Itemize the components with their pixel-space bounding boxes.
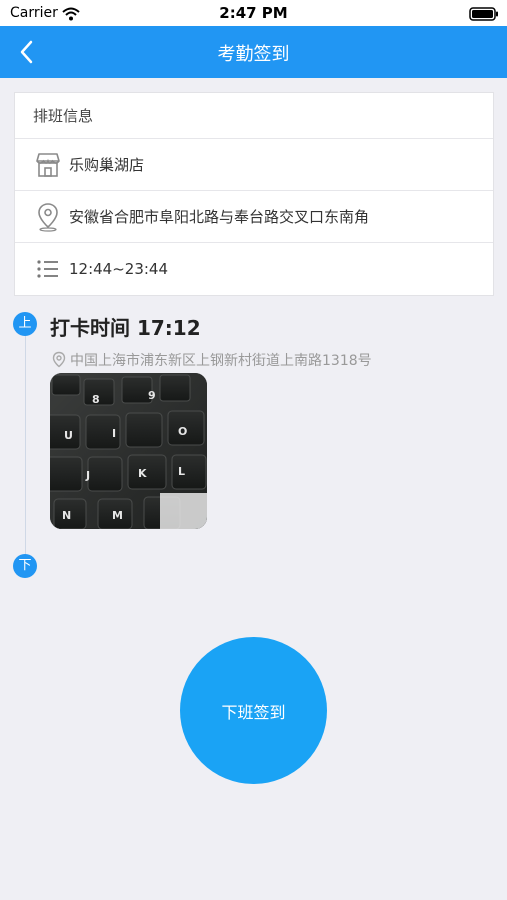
svg-text:O: O [178, 425, 187, 438]
store-name: 乐购巢湖店 [69, 156, 145, 174]
status-bar: Carrier 2:47 PM [0, 0, 507, 26]
svg-text:L: L [178, 465, 185, 478]
store-address: 安徽省合肥市阜阳北路与奉台路交叉口东南角 [69, 208, 370, 226]
checkin-photo[interactable]: 8 9 U I O J K L N M [50, 373, 207, 529]
punch-time: 打卡时间 17:12 [50, 316, 201, 340]
clock-out-label: 下班签到 [221, 702, 286, 722]
svg-text:I: I [112, 427, 116, 440]
svg-text:K: K [138, 467, 147, 480]
location-pin-icon [52, 351, 66, 368]
clock-out-badge: 下 [13, 554, 37, 578]
svg-text:9: 9 [148, 389, 156, 402]
store-icon [33, 150, 63, 180]
shift-hours: 12:44~23:44 [69, 260, 169, 278]
keyboard-photo: 8 9 U I O J K L N M [50, 373, 207, 529]
list-icon [33, 254, 63, 284]
nav-bar: 考勤签到 [0, 26, 507, 78]
punch-address-row: 中国上海市浦东新区上钢新村街道上南路1318号 [50, 350, 372, 370]
timeline-line [25, 336, 26, 556]
clock-in-badge: 上 [13, 312, 37, 336]
location-pin-icon [33, 202, 63, 232]
page-title: 考勤签到 [217, 44, 290, 65]
punch-address: 中国上海市浦东新区上钢新村街道上南路1318号 [70, 353, 372, 369]
schedule-header: 排班信息 [15, 93, 493, 139]
svg-text:8: 8 [92, 393, 100, 406]
hours-row: 12:44~23:44 [15, 243, 493, 295]
svg-text:U: U [64, 429, 73, 442]
schedule-card: 排班信息 乐购巢湖店 安徽省合肥市阜阳北路与奉台路交叉口东南角 12:44~23… [14, 92, 494, 296]
svg-text:J: J [85, 469, 90, 482]
clock-out-button[interactable]: 下班签到 [180, 637, 327, 784]
address-row: 安徽省合肥市阜阳北路与奉台路交叉口东南角 [15, 191, 493, 243]
schedule-header-label: 排班信息 [33, 107, 94, 125]
svg-text:M: M [112, 509, 123, 522]
svg-text:N: N [62, 509, 71, 522]
status-time: 2:47 PM [219, 4, 288, 22]
battery-icon [469, 6, 499, 21]
store-row: 乐购巢湖店 [15, 139, 493, 191]
